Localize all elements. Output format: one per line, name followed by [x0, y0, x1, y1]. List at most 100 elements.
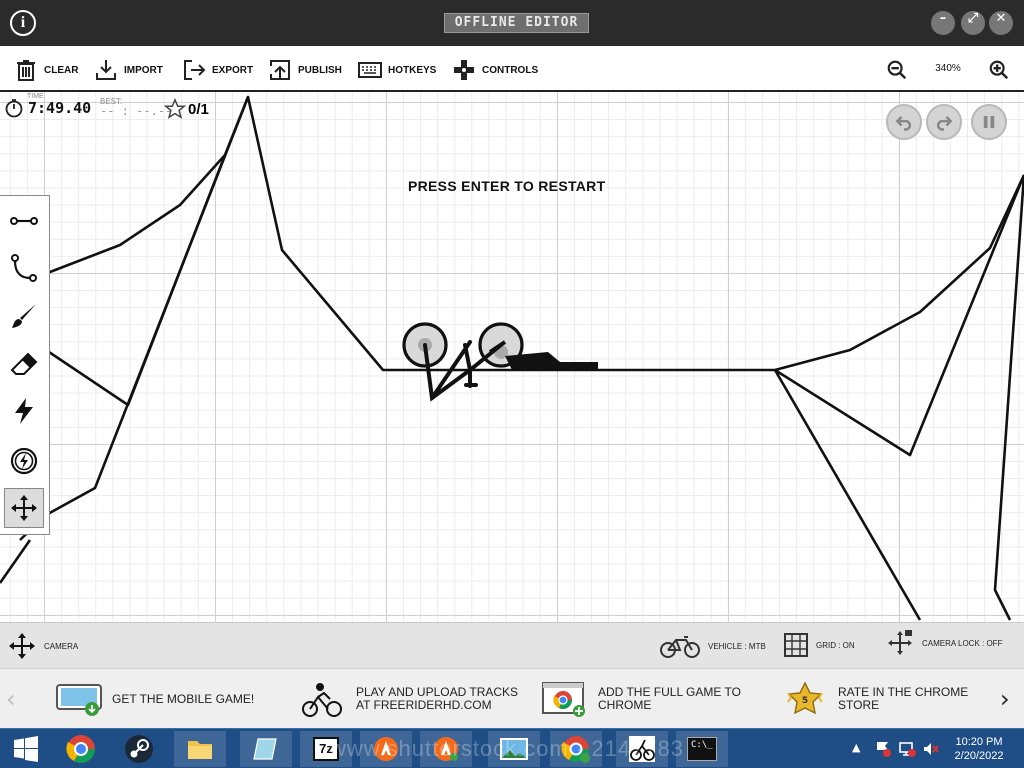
pause-button[interactable]: [971, 104, 1007, 140]
grid-status[interactable]: GRID : ON: [784, 633, 855, 657]
curve-tool-icon: [11, 254, 37, 282]
export-button[interactable]: EXPORT: [182, 58, 253, 82]
time-label: TIME: [27, 93, 44, 100]
vehicle-label: VEHICLE : MTB: [708, 641, 766, 651]
promo-bar: ‹ GET THE MOBILE GAME! PLAY AND UPLOAD T…: [0, 668, 1024, 728]
controls-label: CONTROLS: [482, 64, 539, 76]
minimize-button[interactable]: –: [931, 11, 955, 35]
stopwatch-icon: [5, 99, 23, 118]
volume-muted-icon[interactable]: [922, 740, 940, 758]
track-canvas[interactable]: [0, 92, 1024, 622]
undo-button[interactable]: [886, 104, 922, 140]
notepad-taskbar[interactable]: [240, 731, 292, 767]
redo-icon: [936, 116, 953, 131]
tray-overflow-icon[interactable]: ▲: [852, 741, 860, 754]
clock-date: 2/20/2022: [954, 750, 1004, 762]
mobile-game-icon: [56, 684, 102, 716]
zoom-out-icon[interactable]: [886, 59, 908, 81]
boost-tool-icon: [15, 398, 33, 424]
line-tool-button[interactable]: [4, 201, 44, 241]
eraser-tool-button[interactable]: [4, 344, 44, 384]
brush-tool-button[interactable]: [4, 296, 44, 336]
clear-label: CLEAR: [44, 64, 79, 76]
boost-tool-button[interactable]: [4, 391, 44, 431]
grid-icon: [784, 633, 808, 657]
zoom-in-icon[interactable]: [988, 59, 1010, 81]
controls-button[interactable]: CONTROLS: [452, 58, 538, 82]
promo-upload[interactable]: PLAY AND UPLOAD TRACKS AT FREERIDERHD.COM: [300, 681, 518, 717]
chrome-icon: [66, 735, 95, 763]
camera-move-icon: [9, 633, 35, 659]
promo-mobile-text: GET THE MOBILE GAME!: [112, 691, 255, 706]
promo-rate[interactable]: 5 RATE IN THE CHROME STORE: [782, 681, 968, 717]
start-button[interactable]: [0, 731, 52, 767]
close-button[interactable]: ✕: [989, 11, 1013, 35]
vehicle-status[interactable]: VEHICLE : MTB: [660, 633, 766, 659]
editor-toolbar: CLEAR IMPORT EXPORT PUBLISH HOTKEYS CONT…: [0, 46, 1024, 92]
steam-icon: [125, 735, 153, 763]
timer: TIME 7:49.40: [4, 93, 92, 118]
promo-prev-icon[interactable]: ‹: [6, 685, 16, 713]
trash-icon: [17, 60, 35, 81]
bike-rider: [402, 322, 598, 402]
promo-chrome[interactable]: ADD THE FULL GAME TO CHROME: [542, 681, 741, 717]
close-icon: ✕: [995, 11, 1007, 26]
clear-button[interactable]: CLEAR: [14, 58, 78, 82]
powerup-tool-button[interactable]: [4, 441, 44, 481]
five-star-badge-icon: 5: [787, 681, 823, 715]
windows-start-icon: [14, 736, 38, 762]
brush-tool-icon: [12, 304, 36, 328]
powerup-tool-icon: [10, 447, 38, 475]
hotkeys-button[interactable]: HOTKEYS: [358, 58, 436, 82]
publish-button[interactable]: PUBLISH: [268, 58, 342, 82]
camera-tool-button[interactable]: [4, 488, 44, 528]
camera-label: CAMERA: [44, 641, 79, 651]
clock-time: 10:20 PM: [955, 736, 1003, 748]
steam-taskbar[interactable]: [113, 731, 165, 767]
chrome-window-icon: [542, 682, 585, 717]
best-value: -- : --.--: [100, 104, 173, 118]
maximize-button[interactable]: ⤢: [961, 11, 985, 35]
maximize-icon: ⤢: [967, 11, 979, 26]
star-icon: [164, 98, 186, 119]
import-button[interactable]: IMPORT: [94, 58, 163, 82]
publish-label: PUBLISH: [298, 64, 342, 76]
redo-button[interactable]: [926, 104, 962, 140]
undo-icon: [895, 116, 912, 131]
import-icon: [96, 60, 116, 80]
publish-icon: [270, 60, 290, 80]
action-center-flag-icon[interactable]: [874, 740, 892, 758]
promo-mobile[interactable]: GET THE MOBILE GAME!: [56, 681, 254, 717]
line-tool-icon: [10, 217, 38, 225]
export-label: EXPORT: [212, 64, 254, 76]
tool-panel: [0, 195, 50, 535]
curve-tool-button[interactable]: [4, 248, 44, 288]
camera-lock-status[interactable]: CAMERA LOCK : OFF: [886, 629, 1002, 657]
time-value: 7:49.40: [28, 99, 92, 117]
pause-icon: [983, 116, 995, 128]
command-prompt-icon: C:\_: [687, 737, 717, 761]
star-counter: 0/1: [164, 98, 209, 120]
notepad-icon: [253, 738, 277, 760]
title-bar: i OFFLINE EDITOR – ⤢ ✕: [0, 0, 1024, 46]
camera-lock-label: CAMERA LOCK : OFF: [922, 638, 1003, 648]
rating-badge-number: 5: [802, 696, 808, 706]
status-bar: CAMERA VEHICLE : MTB GRID : ON CAMERA LO…: [0, 622, 1024, 668]
dpad-icon: [454, 60, 474, 80]
rider-icon: [302, 683, 342, 717]
bike-icon: [660, 636, 700, 658]
track-lines: [0, 95, 1024, 621]
network-icon[interactable]: [898, 740, 916, 758]
promo-next-icon[interactable]: ›: [1000, 685, 1010, 713]
file-explorer-taskbar[interactable]: [174, 731, 226, 767]
stock-watermark: www.shutterstock.com · 2147783: [330, 736, 685, 761]
info-button[interactable]: i: [10, 10, 36, 36]
file-explorer-icon: [188, 741, 212, 759]
window-title: OFFLINE EDITOR: [444, 13, 589, 33]
system-clock[interactable]: 10:20 PM 2/20/2022: [944, 735, 1014, 763]
camera-status[interactable]: CAMERA: [8, 632, 78, 660]
promo-rate-line2: STORE: [838, 698, 880, 712]
export-icon: [184, 60, 206, 80]
chrome-taskbar[interactable]: [55, 731, 107, 767]
zoom-level: 340%: [935, 63, 961, 74]
